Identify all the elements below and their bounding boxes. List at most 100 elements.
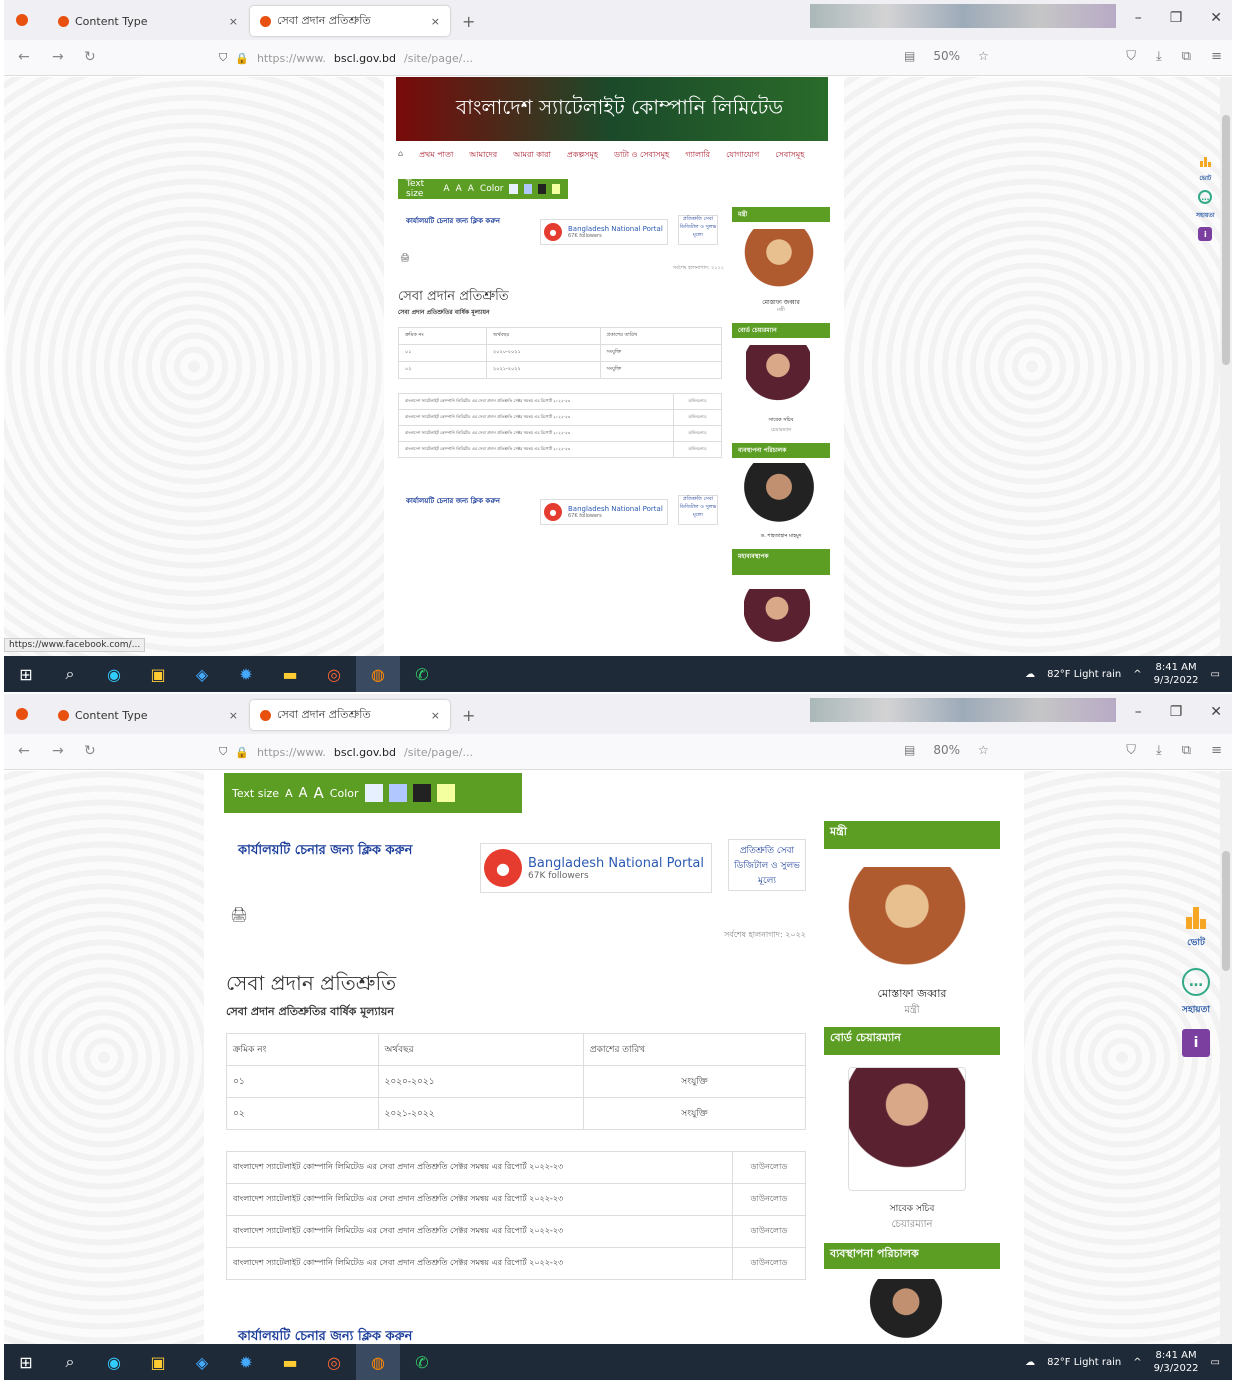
- firefox-taskbar-icon[interactable]: ◍: [356, 656, 400, 692]
- bookmark-star-icon[interactable]: ☆: [978, 49, 989, 63]
- menu-item[interactable]: আমাদের: [469, 149, 497, 162]
- home-icon[interactable]: ⌂: [398, 149, 403, 162]
- close-tab-icon[interactable]: ×: [229, 709, 238, 722]
- whatsapp-icon[interactable]: ✆: [400, 656, 444, 692]
- reload-icon[interactable]: ↻: [84, 743, 96, 759]
- tab-sheba[interactable]: সেবা প্রদান প্রতিশ্রুতি ×: [250, 6, 450, 36]
- print-icon[interactable]: 🖨: [400, 253, 410, 262]
- edge-icon[interactable]: ◉: [92, 656, 136, 692]
- sticky-notes-icon[interactable]: ▣: [136, 656, 180, 692]
- tab-content-type[interactable]: Content Type ×: [48, 6, 248, 36]
- national-portal-widget[interactable]: ● Bangladesh National Portal 67K follower…: [480, 843, 712, 893]
- color-option[interactable]: [364, 784, 383, 802]
- national-portal-widget[interactable]: ● Bangladesh National Portal 67K follower…: [540, 499, 668, 525]
- zoom-level[interactable]: 50%: [933, 49, 960, 63]
- office-locate-link[interactable]: কার্যালয়টি চেনার জন্য ক্লিক করুন: [238, 841, 412, 862]
- extensions-icon[interactable]: ⧉: [1182, 49, 1191, 64]
- chevron-up-icon[interactable]: ^: [1133, 669, 1141, 680]
- lock-icon: 🔒: [235, 51, 249, 65]
- url-bar[interactable]: ⛉ 🔒 https://www. bscl.gov.bd/site/page/..…: [219, 46, 899, 70]
- search-icon[interactable]: ⌕: [48, 1344, 92, 1380]
- bookmark-star-icon[interactable]: ☆: [978, 743, 989, 757]
- color-option[interactable]: [388, 784, 407, 802]
- menu-icon[interactable]: ≡: [1211, 743, 1222, 758]
- download-icon[interactable]: ⤓: [1156, 743, 1162, 758]
- whatsapp-icon[interactable]: ✆: [400, 1344, 444, 1380]
- office-locate-link[interactable]: কার্যালয়টি চেনার জন্য ক্লিক করুন: [406, 495, 500, 507]
- info-icon[interactable]: i: [1198, 227, 1213, 241]
- file-explorer-icon[interactable]: ▬: [268, 656, 312, 692]
- back-icon[interactable]: ←: [18, 743, 30, 759]
- menu-icon[interactable]: ≡: [1211, 49, 1222, 64]
- search-icon[interactable]: ⌕: [48, 656, 92, 692]
- color-option[interactable]: [509, 184, 518, 194]
- tab-sheba[interactable]: সেবা প্রদান প্রতিশ্রুতি ×: [250, 700, 450, 730]
- windows-start-icon[interactable]: ⊞: [4, 656, 48, 692]
- url-bar[interactable]: ⛉ 🔒 https://www. bscl.gov.bd/site/page/..…: [219, 740, 899, 764]
- color-option[interactable]: [412, 784, 431, 802]
- chat-icon[interactable]: …: [1182, 968, 1210, 996]
- edge-icon[interactable]: ◉: [92, 1344, 136, 1380]
- menu-item[interactable]: প্রকল্পসমূহ: [567, 149, 598, 162]
- print-icon[interactable]: 🖨: [230, 907, 248, 923]
- chrome-icon[interactable]: ◎: [312, 1344, 356, 1380]
- chart-icon[interactable]: [1199, 157, 1211, 167]
- menu-item[interactable]: সেবাসমূহ: [775, 149, 804, 162]
- menu-item[interactable]: প্রথম পাতা: [419, 149, 453, 162]
- store-icon[interactable]: ◈: [180, 1344, 224, 1380]
- chrome-icon[interactable]: ◎: [312, 656, 356, 692]
- zoom-level[interactable]: 80%: [933, 743, 960, 757]
- download-icon[interactable]: ⤓: [1156, 49, 1162, 64]
- info-icon[interactable]: i: [1182, 1029, 1210, 1057]
- notification-icon[interactable]: ▭: [1211, 1357, 1220, 1368]
- minimize-icon[interactable]: –: [1135, 704, 1142, 720]
- forward-icon[interactable]: →: [52, 49, 64, 65]
- scrollbar[interactable]: [1220, 771, 1232, 1344]
- sticky-notes-icon[interactable]: ▣: [136, 1344, 180, 1380]
- tab-content-type[interactable]: Content Type ×: [48, 700, 248, 730]
- restore-icon[interactable]: ❐: [1170, 10, 1183, 26]
- firefox-taskbar-icon[interactable]: ◍: [356, 1344, 400, 1380]
- firefox-icon[interactable]: [16, 708, 28, 720]
- clock[interactable]: 8:41 AM 9/3/2022: [1154, 661, 1199, 687]
- firefox-icon[interactable]: [16, 14, 28, 26]
- minimize-icon[interactable]: –: [1135, 10, 1142, 26]
- forward-icon[interactable]: →: [52, 743, 64, 759]
- notification-icon[interactable]: ▭: [1211, 669, 1220, 680]
- back-icon[interactable]: ←: [18, 49, 30, 65]
- file-explorer-icon[interactable]: ▬: [268, 1344, 312, 1380]
- windows-start-icon[interactable]: ⊞: [4, 1344, 48, 1380]
- color-option[interactable]: [436, 784, 455, 802]
- extensions-icon[interactable]: ⧉: [1182, 743, 1191, 758]
- menu-item[interactable]: আমরা কারা: [513, 149, 551, 162]
- close-window-icon[interactable]: ✕: [1210, 704, 1222, 720]
- close-tab-icon[interactable]: ×: [229, 15, 238, 28]
- color-option[interactable]: [537, 184, 546, 194]
- restore-icon[interactable]: ❐: [1170, 704, 1183, 720]
- scrollbar[interactable]: [1220, 77, 1232, 656]
- settings-icon[interactable]: ✹: [224, 1344, 268, 1380]
- close-window-icon[interactable]: ✕: [1210, 10, 1222, 26]
- color-option[interactable]: [551, 184, 561, 194]
- close-tab-icon[interactable]: ×: [431, 15, 440, 28]
- menu-item[interactable]: গ্যালারি: [685, 149, 710, 162]
- reload-icon[interactable]: ↻: [84, 49, 96, 65]
- national-portal-widget[interactable]: ● Bangladesh National Portal 67K follower…: [540, 219, 668, 245]
- chat-icon[interactable]: …: [1198, 190, 1213, 204]
- color-option[interactable]: [523, 184, 532, 194]
- menu-item[interactable]: ডাটা ও সেবাসমূহ: [614, 149, 669, 162]
- office-locate-link[interactable]: কার্যালয়টি চেনার জন্য ক্লিক করুন: [406, 215, 500, 227]
- pocket-icon[interactable]: ⛉: [1126, 743, 1136, 758]
- store-icon[interactable]: ◈: [180, 656, 224, 692]
- menu-item[interactable]: যোগাযোগ: [726, 149, 759, 162]
- clock[interactable]: 8:41 AM 9/3/2022: [1154, 1349, 1199, 1375]
- pocket-icon[interactable]: ⛉: [1126, 49, 1136, 64]
- new-tab-icon[interactable]: +: [462, 12, 475, 31]
- chevron-up-icon[interactable]: ^: [1133, 1357, 1141, 1368]
- reader-icon[interactable]: ▤: [904, 49, 915, 63]
- settings-icon[interactable]: ✹: [224, 656, 268, 692]
- chart-icon[interactable]: [1186, 907, 1206, 929]
- close-tab-icon[interactable]: ×: [431, 709, 440, 722]
- reader-icon[interactable]: ▤: [904, 743, 915, 757]
- new-tab-icon[interactable]: +: [462, 706, 475, 725]
